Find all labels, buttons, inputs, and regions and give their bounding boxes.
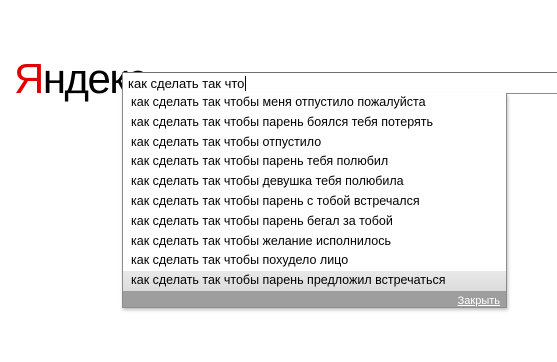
search-box[interactable] [122, 72, 557, 94]
logo-first-letter: Я [14, 55, 44, 102]
text-caret [245, 76, 247, 91]
close-link[interactable]: Закрыть [458, 295, 500, 307]
suggest-item-highlighted[interactable]: как сделать так чтобы парень предложил в… [123, 271, 506, 291]
suggest-item[interactable]: как сделать так чтобы желание исполнилос… [123, 232, 506, 252]
suggest-item[interactable]: как сделать так чтобы парень боялся тебя… [123, 113, 506, 133]
search-input[interactable] [123, 73, 557, 93]
suggest-item[interactable]: как сделать так чтобы меня отпустило пож… [123, 93, 506, 113]
suggest-dropdown: как сделать так чтобы меня отпустило пож… [122, 93, 507, 308]
suggest-item[interactable]: как сделать так чтобы парень бегал за то… [123, 212, 506, 232]
suggest-item[interactable]: как сделать так чтобы парень тебя полюби… [123, 152, 506, 172]
suggest-item[interactable]: как сделать так чтобы парень с тобой вст… [123, 192, 506, 212]
suggest-item[interactable]: как сделать так чтобы отпустило [123, 133, 506, 153]
suggest-item[interactable]: как сделать так чтобы девушка тебя полюб… [123, 172, 506, 192]
suggest-footer: Закрыть [123, 291, 506, 307]
suggest-list: как сделать так чтобы меня отпустило пож… [123, 93, 506, 291]
suggest-item[interactable]: как сделать так чтобы похудело лицо [123, 251, 506, 271]
